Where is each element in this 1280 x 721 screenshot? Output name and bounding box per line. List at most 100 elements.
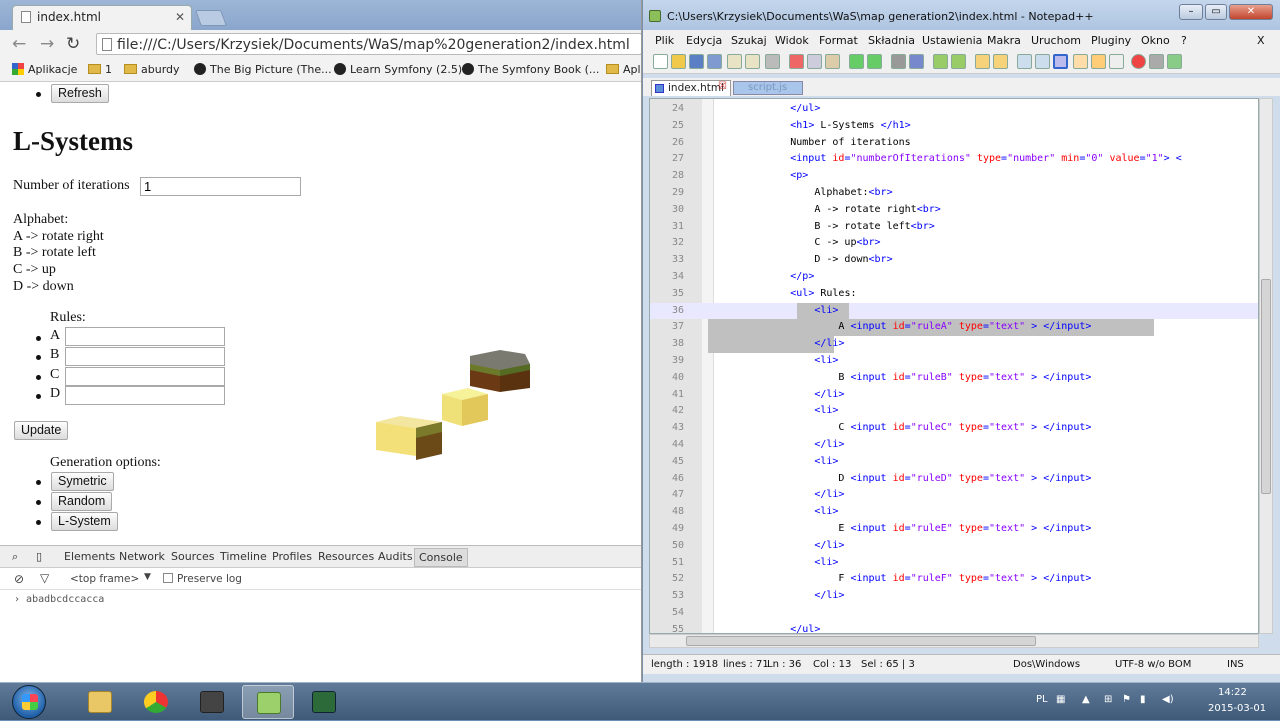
- network-icon[interactable]: ⊞: [1104, 694, 1112, 705]
- code-line[interactable]: 41 </li>: [650, 387, 1258, 404]
- wrap-icon[interactable]: [1017, 54, 1032, 69]
- close-button[interactable]: ✕: [1229, 4, 1273, 20]
- speaker-icon[interactable]: ◀): [1162, 694, 1174, 705]
- menu-format[interactable]: Format: [819, 34, 858, 47]
- back-icon[interactable]: ←: [12, 34, 26, 54]
- code-line[interactable]: 42 <li>: [650, 403, 1258, 420]
- l-system-button[interactable]: L-System: [51, 512, 118, 531]
- code-line[interactable]: 50 </li>: [650, 538, 1258, 555]
- code-line[interactable]: 54: [650, 605, 1258, 622]
- sync-v-icon[interactable]: [975, 54, 990, 69]
- code-line[interactable]: 46 D <input id="ruleD" type="text" > </i…: [650, 471, 1258, 488]
- function-list-icon[interactable]: [1109, 54, 1124, 69]
- zoom-in-icon[interactable]: [933, 54, 948, 69]
- code-line[interactable]: 38 </li>: [650, 336, 1258, 353]
- filter-icon[interactable]: ▽: [40, 571, 49, 585]
- new-tab-button[interactable]: [195, 10, 227, 26]
- reload-icon[interactable]: ↻: [66, 34, 80, 54]
- play-macro-icon[interactable]: [1167, 54, 1182, 69]
- code-line[interactable]: 49 E <input id="ruleE" type="text" > </i…: [650, 521, 1258, 538]
- menu-skladnia[interactable]: Składnia: [868, 34, 915, 47]
- clock-date[interactable]: 2015-03-01: [1208, 703, 1266, 714]
- bookmark-learn-symfony[interactable]: Learn Symfony (2.5): [334, 63, 462, 76]
- find-icon[interactable]: [891, 54, 906, 69]
- code-line[interactable]: 25 <h1> L-Systems </h1>: [650, 118, 1258, 135]
- code-line[interactable]: 48 <li>: [650, 504, 1258, 521]
- close-all-icon[interactable]: [745, 54, 760, 69]
- zoom-out-icon[interactable]: [951, 54, 966, 69]
- minimize-button[interactable]: –: [1179, 4, 1203, 20]
- tab-resources[interactable]: Resources: [318, 550, 374, 563]
- start-button[interactable]: [12, 685, 46, 719]
- print-icon[interactable]: [765, 54, 780, 69]
- menu-makra[interactable]: Makra: [987, 34, 1021, 47]
- menu-okno[interactable]: Okno: [1141, 34, 1170, 47]
- tab-timeline[interactable]: Timeline: [220, 550, 267, 563]
- chevron-down-icon[interactable]: ▼: [144, 572, 151, 582]
- bookmark-big-picture[interactable]: The Big Picture (The...: [194, 63, 332, 76]
- all-chars-icon[interactable]: [1035, 54, 1050, 69]
- close-file-icon[interactable]: [727, 54, 742, 69]
- close-doc-icon[interactable]: X: [1257, 34, 1265, 47]
- undo-icon[interactable]: [849, 54, 864, 69]
- code-line[interactable]: 32 C -> up<br>: [650, 235, 1258, 252]
- new-file-icon[interactable]: [653, 54, 668, 69]
- rule-d-input[interactable]: [65, 386, 225, 405]
- indent-guide-icon[interactable]: [1053, 54, 1068, 69]
- doc-map-icon[interactable]: [1091, 54, 1106, 69]
- code-line[interactable]: 36 <li>: [650, 302, 1258, 320]
- bookmark-symfony-book[interactable]: The Symfony Book (...: [462, 63, 599, 76]
- code-line[interactable]: 37 A <input id="ruleA" type="text" > </i…: [650, 319, 1258, 337]
- stop-macro-icon[interactable]: [1149, 54, 1164, 69]
- menu-szukaj[interactable]: Szukaj: [731, 34, 767, 47]
- menu-pluginy[interactable]: Pluginy: [1091, 34, 1131, 47]
- replace-icon[interactable]: [909, 54, 924, 69]
- bookmark-folder-1[interactable]: 1: [88, 63, 112, 76]
- open-file-icon[interactable]: [671, 54, 686, 69]
- device-icon[interactable]: ▯: [36, 550, 42, 563]
- tab-sources[interactable]: Sources: [171, 550, 215, 563]
- close-tab-icon[interactable]: ☒: [718, 81, 727, 92]
- code-line[interactable]: 34 </p>: [650, 269, 1258, 286]
- code-line[interactable]: 44 </li>: [650, 437, 1258, 454]
- cut-icon[interactable]: [789, 54, 804, 69]
- inspect-icon[interactable]: ⌕: [12, 550, 18, 564]
- menu-ustawienia[interactable]: Ustawienia: [922, 34, 982, 47]
- iterations-input[interactable]: [140, 177, 301, 196]
- tab-elements[interactable]: Elements: [64, 550, 115, 563]
- horizontal-scrollbar[interactable]: [649, 634, 1259, 648]
- code-line[interactable]: 33 D -> down<br>: [650, 252, 1258, 269]
- refresh-button[interactable]: Refresh: [51, 84, 109, 103]
- record-macro-icon[interactable]: [1131, 54, 1146, 69]
- code-line[interactable]: 51 <li>: [650, 555, 1258, 572]
- code-line[interactable]: 47 </li>: [650, 487, 1258, 504]
- sync-h-icon[interactable]: [993, 54, 1008, 69]
- code-line[interactable]: 31 B -> rotate left<br>: [650, 219, 1258, 236]
- redo-icon[interactable]: [867, 54, 882, 69]
- forward-icon[interactable]: →: [40, 34, 54, 54]
- code-line[interactable]: 45 <li>: [650, 454, 1258, 471]
- frame-select[interactable]: <top frame>: [70, 573, 139, 585]
- code-line[interactable]: 40 B <input id="ruleB" type="text" > </i…: [650, 370, 1258, 387]
- random-button[interactable]: Random: [51, 492, 113, 511]
- maximize-button[interactable]: ▭: [1205, 4, 1227, 20]
- code-line[interactable]: 43 C <input id="ruleC" type="text" > </i…: [650, 420, 1258, 437]
- power-icon[interactable]: ▮: [1140, 694, 1146, 705]
- address-bar[interactable]: file:///C:/Users/Krzysiek/Documents/WaS/…: [96, 33, 641, 55]
- tab-network[interactable]: Network: [119, 550, 165, 563]
- rule-c-input[interactable]: [65, 367, 225, 386]
- tab-index-html[interactable]: index.html ☒: [651, 80, 731, 96]
- taskbar-app3[interactable]: [186, 685, 238, 719]
- menu-uruchom[interactable]: Uruchom: [1031, 34, 1081, 47]
- preserve-log-checkbox[interactable]: [163, 573, 173, 583]
- code-line[interactable]: 35 <ul> Rules:: [650, 286, 1258, 303]
- menu-help[interactable]: ?: [1181, 34, 1187, 47]
- taskbar-notepadpp[interactable]: [242, 685, 294, 719]
- taskbar-console[interactable]: [298, 685, 350, 719]
- scroll-thumb[interactable]: [1261, 279, 1271, 494]
- tab-profiles[interactable]: Profiles: [272, 550, 312, 563]
- taskbar-explorer[interactable]: [74, 685, 126, 719]
- code-line[interactable]: 30 A -> rotate right<br>: [650, 202, 1258, 219]
- copy-icon[interactable]: [807, 54, 822, 69]
- code-line[interactable]: 24 </ul>: [650, 101, 1258, 118]
